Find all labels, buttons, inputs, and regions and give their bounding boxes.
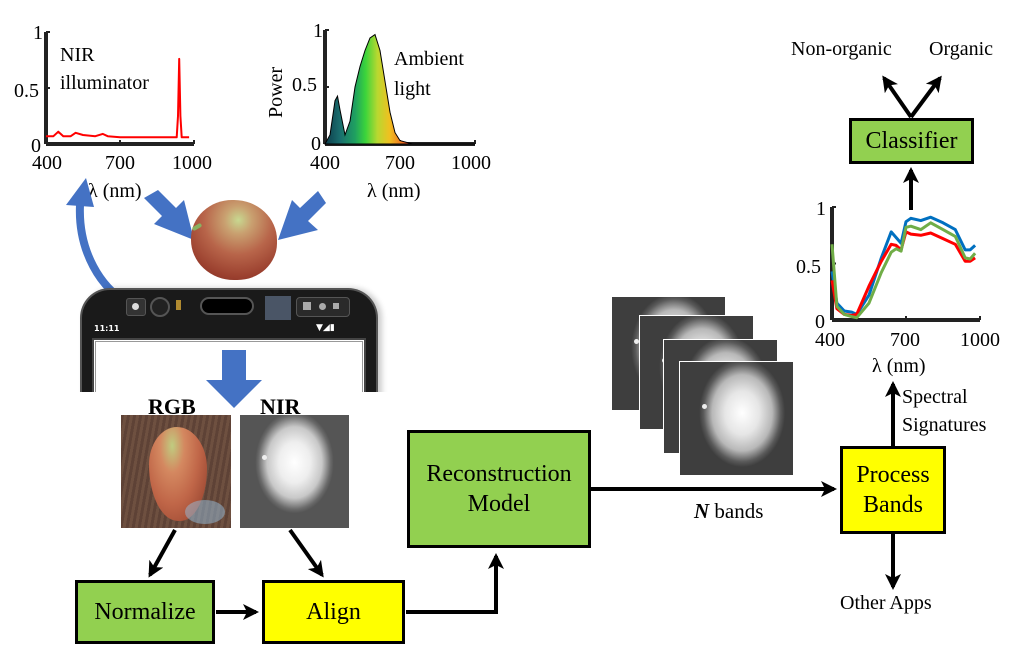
sig-ytick-1: 1 xyxy=(816,198,826,220)
sig-xtick-1000: 1000 xyxy=(960,329,1000,351)
sig-ytick-0.5: 0.5 xyxy=(796,256,821,278)
sig-xtick-400: 400 xyxy=(815,329,845,351)
signature-plot-svg xyxy=(830,206,981,322)
sig-xlabel: λ (nm) xyxy=(872,355,926,377)
series-line-green xyxy=(830,221,977,320)
sig-xtick-700: 700 xyxy=(890,329,920,351)
